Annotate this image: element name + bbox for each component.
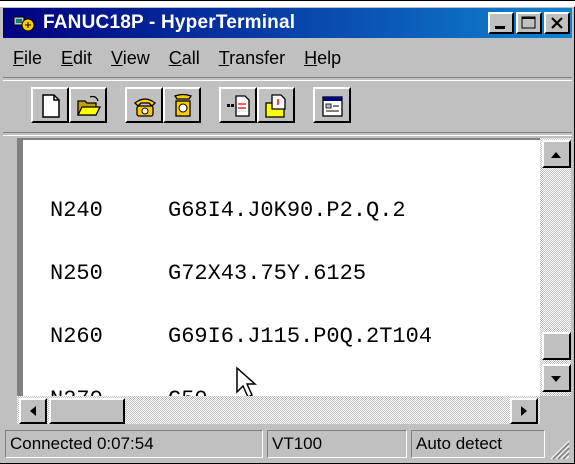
vertical-scrollbar[interactable] [540, 138, 571, 396]
status-detect: Auto detect [411, 430, 545, 458]
scroll-down-button[interactable] [542, 364, 571, 392]
mouse-pointer-icon [236, 366, 257, 399]
arrow-right-icon [521, 406, 527, 416]
maximize-button[interactable] [516, 12, 542, 34]
arrow-down-icon [551, 376, 561, 382]
vertical-scroll-thumb[interactable] [542, 332, 571, 360]
hyperterminal-window: FANUC18P - HyperTerminal File Edit View … [0, 0, 575, 464]
send-icon [227, 95, 250, 117]
menu-bar: File Edit View Call Transfer Help [3, 41, 572, 75]
scroll-left-button[interactable] [19, 398, 47, 424]
toolbar [3, 81, 572, 129]
call-button[interactable] [125, 87, 163, 123]
menu-transfer[interactable]: Transfer [209, 48, 294, 69]
resize-grip-icon[interactable] [548, 438, 570, 460]
title-bar[interactable]: FANUC18P - HyperTerminal [3, 8, 572, 38]
menu-edit[interactable]: Edit [51, 48, 101, 69]
properties-button[interactable] [313, 87, 351, 123]
close-icon [551, 17, 563, 29]
status-bar: Connected 0:07:54 VT100 Auto detect [3, 428, 572, 462]
properties-icon [322, 96, 343, 117]
horizontal-scroll-thumb[interactable] [49, 398, 125, 424]
disconnect-icon [174, 93, 192, 117]
receive-button[interactable] [257, 87, 295, 123]
screen-edge [0, 1, 575, 7]
status-connection: Connected 0:07:54 [5, 430, 263, 458]
disconnect-button[interactable] [163, 87, 201, 123]
new-connection-icon [42, 94, 60, 118]
hyperterminal-app-icon[interactable] [13, 13, 35, 33]
receive-icon [265, 94, 286, 118]
open-icon [76, 95, 102, 116]
terminal-left-border [17, 138, 23, 396]
horizontal-scrollbar[interactable] [17, 396, 540, 424]
toolbar-separator [3, 132, 572, 136]
status-emulation: VT100 [267, 430, 407, 458]
window-title: FANUC18P - HyperTerminal [43, 12, 296, 33]
menu-call[interactable]: Call [159, 48, 209, 69]
maximize-icon [521, 16, 536, 29]
minimize-icon [495, 26, 505, 29]
scroll-up-button[interactable] [542, 140, 571, 168]
close-button[interactable] [544, 12, 570, 34]
menu-file[interactable]: File [3, 48, 51, 69]
send-button[interactable] [219, 87, 257, 123]
arrow-left-icon [30, 406, 36, 416]
menu-view[interactable]: View [101, 48, 159, 69]
new-connection-button[interactable] [31, 87, 69, 123]
arrow-up-icon [551, 152, 561, 158]
open-button[interactable] [69, 87, 107, 123]
scroll-right-button[interactable] [510, 398, 538, 424]
call-icon [134, 98, 156, 117]
scrollbar-corner [540, 396, 571, 424]
minimize-button[interactable] [488, 12, 514, 34]
menu-help[interactable]: Help [294, 48, 350, 69]
